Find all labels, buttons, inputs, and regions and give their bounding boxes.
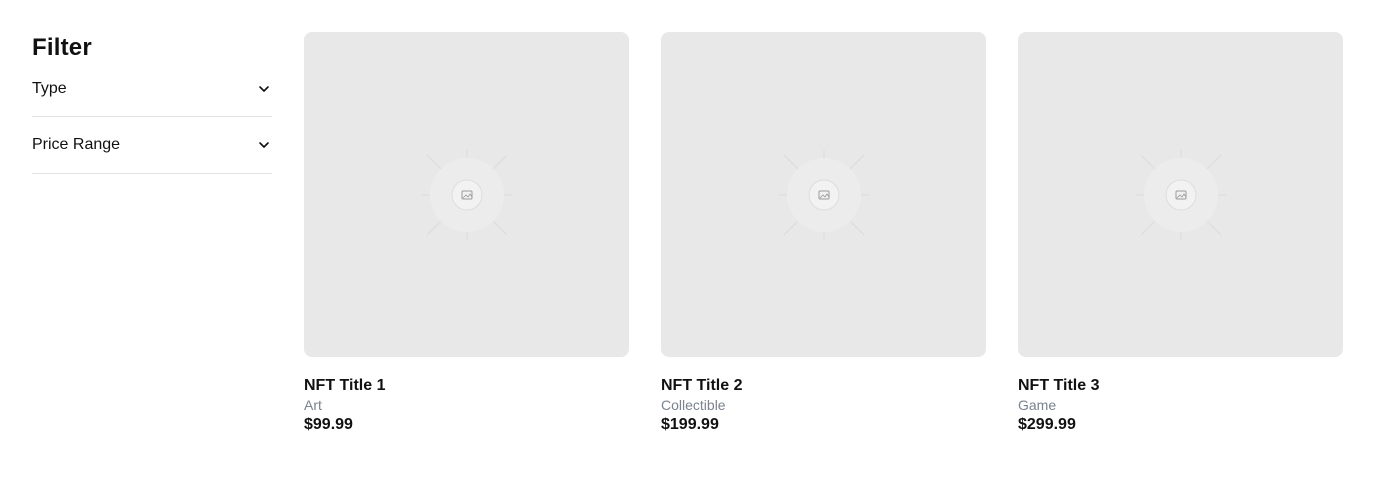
product-card[interactable]: NFT Title 3 Game $299.99 [1018, 32, 1343, 435]
image-placeholder-icon [778, 149, 869, 240]
page: Filter Type Price Range NFT Title 1 Art … [0, 0, 1376, 483]
product-title: NFT Title 1 [304, 377, 386, 394]
product-image [661, 32, 986, 357]
product-type: Game [1018, 397, 1057, 413]
product-title: NFT Title 3 [1018, 377, 1100, 394]
filter-toggle-price-range[interactable]: Price Range [32, 117, 272, 173]
filter-title: Filter [32, 34, 92, 61]
product-type: Collectible [661, 397, 726, 413]
product-image [304, 32, 629, 357]
filter-label: Price Range [32, 136, 121, 153]
image-placeholder-icon [421, 149, 512, 240]
filter-section-price-range: Price Range [32, 117, 272, 174]
product-price: $99.99 [304, 416, 353, 433]
filter-label: Type [32, 80, 67, 97]
product-card[interactable]: NFT Title 2 Collectible $199.99 [661, 32, 986, 435]
filter-section-type: Type [32, 62, 272, 117]
filter-toggle-type[interactable]: Type [32, 62, 272, 116]
image-placeholder-icon [1135, 149, 1226, 240]
product-grid: NFT Title 1 Art $99.99 NFT Title 2 Colle… [304, 32, 1344, 435]
filter-sidebar: Filter Type Price Range [32, 32, 272, 174]
product-image [1018, 32, 1343, 357]
chevron-down-icon [256, 81, 272, 97]
product-card[interactable]: NFT Title 1 Art $99.99 [304, 32, 629, 435]
chevron-down-icon [256, 137, 272, 153]
product-price: $299.99 [1018, 416, 1076, 433]
product-title: NFT Title 2 [661, 377, 743, 394]
product-price: $199.99 [661, 416, 719, 433]
product-type: Art [304, 397, 322, 413]
